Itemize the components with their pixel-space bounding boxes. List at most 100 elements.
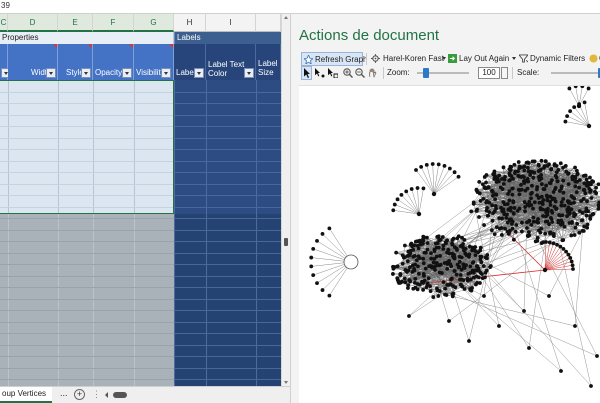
graph-vertex[interactable] [509,217,513,222]
graph-vertex[interactable] [547,240,552,245]
graph-vertex[interactable] [548,203,553,207]
sheet-tab-group-vertices[interactable]: oup Vertices [0,387,52,403]
graph-vertex[interactable] [545,219,550,224]
graph-vertex[interactable] [422,250,427,255]
column-header-e[interactable]: E [58,14,93,32]
graph-vertex[interactable] [504,215,509,220]
graph-vertex[interactable] [441,280,446,285]
graph-vertex[interactable] [473,249,478,253]
graph-vertex[interactable] [582,100,587,105]
graph-vertex[interactable] [425,247,430,252]
graph-vertex[interactable] [484,173,489,177]
graph-vertex[interactable] [538,168,543,173]
graph-vertex[interactable] [394,250,399,255]
graph-vertex[interactable] [586,86,591,91]
graph-vertex[interactable] [492,232,497,237]
graph-vertex[interactable] [543,231,548,236]
graph-vertex[interactable] [516,160,521,164]
graph-vertex[interactable] [474,188,479,193]
graph-vertex[interactable] [404,189,409,194]
scroll-left-icon[interactable] [105,392,108,398]
cells-outside-table-labels[interactable] [174,214,281,386]
graph-vertex[interactable] [422,235,426,240]
graph-vertex[interactable] [488,264,493,268]
graph-vertex[interactable] [522,168,527,173]
layout-dropdown[interactable]: Harel-Koren Fast [371,52,447,66]
graph-vertex[interactable] [406,283,411,287]
graph-vertex[interactable] [427,264,432,269]
graph-vertex[interactable] [403,280,408,285]
graph-vertex[interactable] [406,253,410,258]
graph-vertex[interactable] [415,287,420,292]
graph-vertex[interactable] [557,189,562,193]
graph-vertex[interactable] [549,178,554,183]
graph-vertex[interactable] [311,247,316,251]
graph-vertex[interactable] [531,175,536,180]
graph-vertex[interactable] [594,185,598,190]
graph-vertex[interactable] [467,244,472,249]
header-label[interactable]: Label [174,44,206,80]
graph-vertex[interactable] [469,288,474,293]
graph-vertex[interactable] [483,255,488,260]
graph-vertex[interactable] [309,264,314,269]
graph-vertex[interactable] [530,183,534,188]
scroll-thumb[interactable] [284,238,288,246]
graph-vertex[interactable] [500,216,504,221]
graph-vertex[interactable] [544,183,549,188]
graph-vertex[interactable] [456,234,461,239]
graph-vertex[interactable] [573,324,577,328]
graph-vertex[interactable] [526,169,531,174]
column-header-g[interactable]: G [134,14,174,32]
header-color[interactable] [0,44,11,80]
graph-vertex[interactable] [508,166,513,170]
graph-vertex[interactable] [421,261,426,266]
graph-vertex[interactable] [477,215,481,219]
graph-vertex[interactable] [581,197,586,201]
graph-vertex[interactable] [582,188,587,192]
graph-vertex[interactable] [514,223,519,227]
graph-vertex[interactable] [586,123,592,129]
header-visibility[interactable]: Visibility [134,44,174,80]
graph-vertex[interactable] [460,284,465,289]
graph-vertex[interactable] [531,215,536,220]
filter-dropdown-icon[interactable] [161,68,171,78]
graph-vertex[interactable] [515,208,520,213]
graph-vertex[interactable] [575,221,580,226]
graph-vertex[interactable] [454,272,459,277]
graph-vertex[interactable] [569,233,574,238]
graph-vertex[interactable] [568,256,573,260]
graph-vertex[interactable] [548,199,553,204]
graph-vertex[interactable] [561,178,566,183]
zoom-value-input[interactable]: 100 [478,67,500,79]
graph-vertex[interactable] [549,167,553,172]
graph-vertex[interactable] [497,324,501,328]
splitter-handle[interactable]: ⋮ [92,389,101,400]
graph-vertex[interactable] [525,220,529,225]
cells-outside-table[interactable] [0,214,174,386]
graph-vertex[interactable] [484,199,489,204]
graph-vertex[interactable] [501,182,506,186]
graph-vertex[interactable] [551,232,556,236]
graph-vertex[interactable] [511,237,516,242]
graph-vertex[interactable] [567,211,572,215]
graph-vertex[interactable] [327,226,332,231]
graph-vertex[interactable] [445,282,450,287]
graph-vertex[interactable] [539,241,544,245]
graph-vertex[interactable] [547,162,551,167]
graph-vertex[interactable] [524,178,528,183]
graph-hub-vertex[interactable] [343,254,359,270]
graph-vertex[interactable] [580,218,585,223]
graph-vertex[interactable] [522,164,527,169]
graph-vertex[interactable] [519,229,524,234]
graph-vertex[interactable] [577,209,582,213]
graph-vertex[interactable] [399,192,404,197]
graph-vertex[interactable] [555,242,559,247]
graph-vertex[interactable] [407,314,411,318]
graph-vertex[interactable] [571,267,575,271]
graph-vertex[interactable] [417,271,421,276]
graph-vertex[interactable] [539,194,544,199]
graph-vertex[interactable] [447,319,451,323]
graph-vertex[interactable] [441,243,446,248]
graph-vertex[interactable] [431,191,437,197]
graph-vertex[interactable] [559,184,564,189]
